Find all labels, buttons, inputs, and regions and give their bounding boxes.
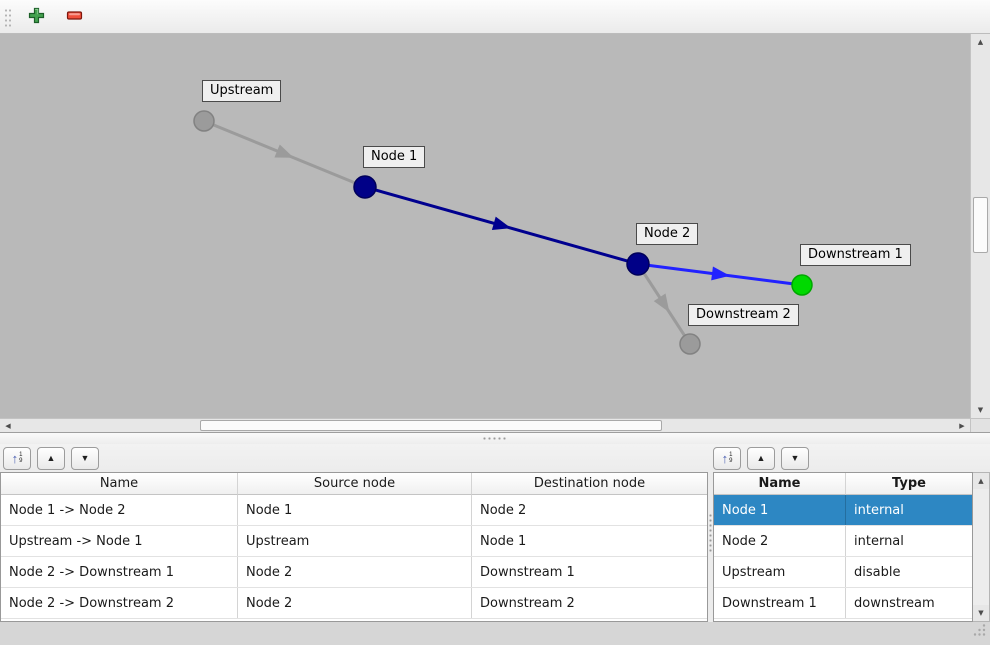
scroll-down-icon[interactable]: ▼ bbox=[971, 402, 990, 418]
move-down-button[interactable]: ▼ bbox=[781, 447, 809, 470]
graph-node[interactable] bbox=[680, 334, 700, 354]
graph-svg bbox=[0, 34, 970, 418]
column-header-type[interactable]: Type bbox=[846, 473, 972, 495]
scroll-down-icon[interactable]: ▼ bbox=[973, 605, 989, 621]
edges-toolbar: ↑ 19 ▲ ▼ bbox=[0, 444, 708, 472]
nodes-toolbar: ↑ 19 ▲ ▼ bbox=[713, 444, 990, 472]
table-cell: Node 2 -> Downstream 2 bbox=[1, 588, 238, 618]
move-down-button[interactable]: ▼ bbox=[71, 447, 99, 470]
table-cell: Upstream -> Node 1 bbox=[1, 526, 238, 556]
edge-arrowhead-icon bbox=[492, 217, 513, 235]
table-row[interactable]: Node 2 -> Downstream 1Node 2Downstream 1 bbox=[1, 557, 707, 588]
toolbar-drag-handle[interactable] bbox=[3, 7, 11, 27]
scrollbar-corner bbox=[970, 418, 990, 432]
table-cell: disable bbox=[846, 557, 972, 587]
table-row[interactable]: Upstreamdisable bbox=[714, 557, 972, 588]
table-cell: Downstream 1 bbox=[472, 557, 707, 587]
canvas-vertical-scrollbar[interactable]: ▲ ▼ bbox=[970, 34, 990, 418]
vertical-scroll-thumb[interactable] bbox=[973, 197, 988, 253]
table-cell: internal bbox=[846, 526, 972, 556]
graph-node[interactable] bbox=[194, 111, 214, 131]
horizontal-scroll-thumb[interactable] bbox=[200, 420, 662, 431]
edge-arrowhead-icon bbox=[274, 144, 296, 164]
table-cell: Node 2 bbox=[238, 588, 472, 618]
table-row[interactable]: Node 2 -> Downstream 2Node 2Downstream 2 bbox=[1, 588, 707, 619]
move-up-button[interactable]: ▲ bbox=[747, 447, 775, 470]
graph-panel: Upstream Node 1 Node 2 Downstream 1 Downstre… bbox=[0, 34, 990, 432]
table-row[interactable]: Node 2internal bbox=[714, 526, 972, 557]
nodes-table-body: Node 1internalNode 2internalUpstreamdisa… bbox=[714, 495, 972, 619]
graph-node[interactable] bbox=[354, 176, 376, 198]
up-arrow-icon: ▲ bbox=[47, 454, 56, 463]
down-arrow-icon: ▼ bbox=[791, 454, 800, 463]
table-cell: internal bbox=[846, 495, 972, 525]
table-cell: Upstream bbox=[714, 557, 846, 587]
horizontal-splitter[interactable] bbox=[0, 432, 990, 444]
table-cell: Node 2 bbox=[238, 557, 472, 587]
horizontal-scroll-track[interactable] bbox=[16, 419, 954, 432]
down-arrow-icon: ▼ bbox=[81, 454, 90, 463]
node-label[interactable]: Node 2 bbox=[636, 223, 698, 245]
nodes-table: Name Type Node 1internalNode 2internalUp… bbox=[713, 472, 973, 622]
splitter-grip-icon bbox=[482, 437, 508, 440]
table-cell: Downstream 2 bbox=[472, 588, 707, 618]
nodes-table-scrollbar[interactable]: ▲ ▼ bbox=[973, 472, 990, 622]
nodes-pane: ↑ 19 ▲ ▼ Name Type bbox=[713, 444, 990, 622]
sort-ascending-icon: ↑ 19 bbox=[722, 452, 733, 465]
vertical-scroll-track[interactable] bbox=[973, 489, 989, 605]
scroll-up-icon[interactable]: ▲ bbox=[971, 34, 990, 50]
column-header-name[interactable]: Name bbox=[1, 473, 238, 495]
table-cell: Node 1 -> Node 2 bbox=[1, 495, 238, 525]
table-cell: Downstream 1 bbox=[714, 588, 846, 618]
graph-node[interactable] bbox=[627, 253, 649, 275]
edges-pane: ↑ 19 ▲ ▼ Name Source node Destination no… bbox=[0, 444, 708, 622]
table-row[interactable]: Node 1internal bbox=[714, 495, 972, 526]
table-cell: Node 2 bbox=[472, 495, 707, 525]
table-cell: Node 1 bbox=[238, 495, 472, 525]
edge-arrowhead-icon bbox=[654, 293, 676, 316]
node-label[interactable]: Upstream bbox=[202, 80, 281, 102]
table-cell: Node 2 bbox=[714, 526, 846, 556]
resize-grip-icon[interactable] bbox=[972, 623, 987, 642]
bottom-panel: ↑ 19 ▲ ▼ Name Source node Destination no… bbox=[0, 444, 990, 622]
table-cell: Node 2 -> Downstream 1 bbox=[1, 557, 238, 587]
table-cell: Node 1 bbox=[472, 526, 707, 556]
edges-table-body: Node 1 -> Node 2Node 1Node 2Upstream -> … bbox=[1, 495, 707, 619]
scroll-up-icon[interactable]: ▲ bbox=[973, 473, 989, 489]
column-header-destination-node[interactable]: Destination node bbox=[472, 473, 707, 495]
graph-node[interactable] bbox=[792, 275, 812, 295]
minus-icon bbox=[66, 7, 83, 27]
node-label[interactable]: Downstream 2 bbox=[688, 304, 799, 326]
table-cell: Node 1 bbox=[714, 495, 846, 525]
nodes-table-header: Name Type bbox=[714, 473, 972, 495]
plus-icon bbox=[28, 7, 45, 27]
move-up-button[interactable]: ▲ bbox=[37, 447, 65, 470]
splitter-grip-icon bbox=[709, 513, 712, 553]
node-label[interactable]: Downstream 1 bbox=[800, 244, 911, 266]
scroll-left-icon[interactable]: ◀ bbox=[0, 419, 16, 432]
graph-canvas[interactable]: Upstream Node 1 Node 2 Downstream 1 Downstre… bbox=[0, 34, 970, 418]
remove-button[interactable] bbox=[61, 4, 87, 30]
canvas-horizontal-scrollbar[interactable]: ◀ ▶ bbox=[0, 418, 970, 432]
table-cell: downstream bbox=[846, 588, 972, 618]
edges-table: Name Source node Destination node Node 1… bbox=[0, 472, 708, 622]
column-header-name[interactable]: Name bbox=[714, 473, 846, 495]
add-button[interactable] bbox=[23, 4, 49, 30]
column-header-source-node[interactable]: Source node bbox=[238, 473, 472, 495]
app-window: UpstreamNode 1Node 2Downstream 1Downstre… bbox=[0, 0, 990, 645]
status-strip bbox=[0, 622, 990, 645]
table-row[interactable]: Node 1 -> Node 2Node 1Node 2 bbox=[1, 495, 707, 526]
main-toolbar bbox=[0, 0, 990, 34]
up-arrow-icon: ▲ bbox=[757, 454, 766, 463]
table-row[interactable]: Downstream 1downstream bbox=[714, 588, 972, 619]
table-cell: Upstream bbox=[238, 526, 472, 556]
vertical-scroll-track[interactable] bbox=[971, 50, 990, 402]
table-row[interactable]: Upstream -> Node 1UpstreamNode 1 bbox=[1, 526, 707, 557]
scroll-right-icon[interactable]: ▶ bbox=[954, 419, 970, 432]
sort-ascending-icon: ↑ 19 bbox=[12, 452, 23, 465]
node-label[interactable]: Node 1 bbox=[363, 146, 425, 168]
sort-button[interactable]: ↑ 19 bbox=[3, 447, 31, 470]
edges-table-header: Name Source node Destination node bbox=[1, 473, 707, 495]
sort-button[interactable]: ↑ 19 bbox=[713, 447, 741, 470]
